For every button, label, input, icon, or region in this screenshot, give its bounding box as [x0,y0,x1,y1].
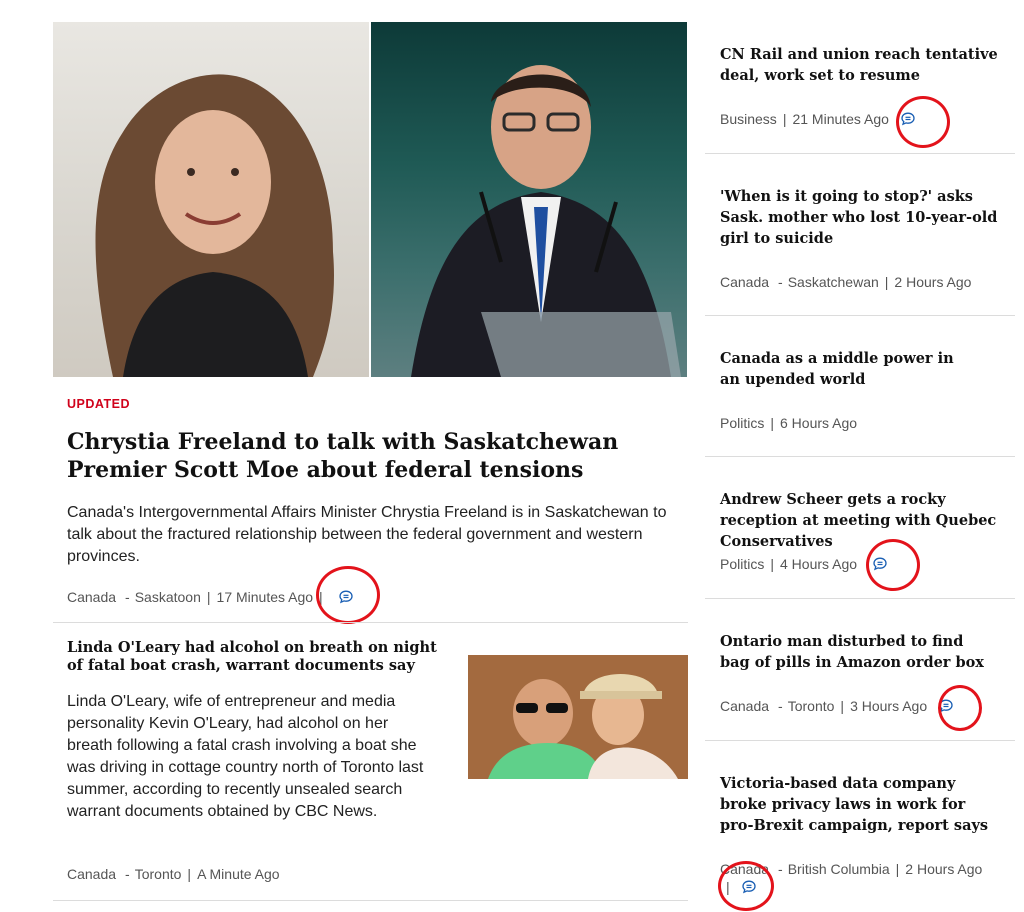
comment-icon[interactable] [933,693,959,719]
updated-badge: UPDATED [67,397,130,411]
comment-icon[interactable] [736,874,762,900]
meta-separator: | [884,274,889,290]
meta-separator: | [726,879,730,895]
story-category[interactable]: Canada [67,866,116,882]
meta-separator: | [895,861,900,877]
divider [705,153,1015,154]
meta-separator: | [206,589,211,605]
hero-time: 17 Minutes Ago [216,589,314,605]
story-summary: Linda O'Leary, wife of entrepreneur and … [67,693,424,820]
meta-separator: | [187,866,192,882]
divider [705,456,1015,457]
story-headline[interactable]: Linda O'Leary had alcohol on breath on n… [67,639,447,675]
sidebar-category[interactable]: Politics [720,415,764,431]
meta-separator: | [782,111,787,127]
sidebar-category[interactable]: Business [720,111,777,127]
sidebar-time: 2 Hours Ago [905,861,983,877]
sidebar-headline[interactable]: Victoria-based data company broke privac… [720,773,990,836]
sidebar-location[interactable]: British Columbia [788,861,890,877]
sidebar-meta: Canada - Toronto | 3 Hours Ago [720,693,959,719]
meta-separator: | [770,556,774,572]
hero-category[interactable]: Canada [67,589,116,605]
comment-icon[interactable] [895,106,921,132]
sidebar-headline[interactable]: 'When is it going to stop?' asks Sask. m… [720,186,1002,249]
comment-icon[interactable] [333,584,359,610]
divider [705,740,1015,741]
sidebar-meta: Politics | 4 Hours Ago [720,551,893,577]
divider [705,598,1015,599]
story-photo[interactable] [468,655,688,779]
story-meta: Canada - Toronto | A Minute Ago [67,861,280,887]
sidebar-meta-wrap: | [720,874,762,900]
meta-dash: - [778,861,783,877]
sidebar-location[interactable]: Toronto [788,698,835,714]
sidebar-time: 3 Hours Ago [850,698,928,714]
meta-separator: | [319,589,323,605]
sidebar-location[interactable]: Saskatchewan [788,274,879,290]
hero-location[interactable]: Saskatoon [135,589,201,605]
sidebar-time: 6 Hours Ago [780,415,858,431]
hero-photo-moe[interactable] [371,22,687,377]
hero-meta: Canada - Saskatoon | 17 Minutes Ago | [67,584,359,610]
sidebar-headline[interactable]: Canada as a middle power in an upended w… [720,348,960,390]
meta-separator: | [770,415,774,431]
hero-image-pair[interactable] [53,22,687,377]
hero-headline[interactable]: Chrystia Freeland to talk with Saskatche… [67,428,667,484]
sidebar-time: 4 Hours Ago [780,556,858,572]
sidebar-category[interactable]: Canada [720,698,769,714]
sidebar-headline[interactable]: Andrew Scheer gets a rocky reception at … [720,489,1010,552]
meta-dash: - [125,866,130,882]
meta-separator: | [840,698,845,714]
sidebar-meta: Politics | 6 Hours Ago [720,410,857,436]
sidebar-time: 2 Hours Ago [894,274,972,290]
hero-photo-freeland[interactable] [53,22,369,377]
divider [53,622,688,623]
sidebar-meta: Business | 21 Minutes Ago [720,106,921,132]
sidebar-category[interactable]: Canada [720,274,769,290]
divider [705,315,1015,316]
sidebar-category[interactable]: Politics [720,556,764,572]
meta-dash: - [778,698,783,714]
story-time: A Minute Ago [197,866,280,882]
comment-icon[interactable] [867,551,893,577]
sidebar-time: 21 Minutes Ago [792,111,889,127]
story-location[interactable]: Toronto [135,866,182,882]
sidebar-meta: Canada - Saskatchewan | 2 Hours Ago [720,269,971,295]
hero-summary: Canada's Intergovernmental Affairs Minis… [67,504,667,565]
sidebar-headline[interactable]: CN Rail and union reach tentative deal, … [720,44,1002,86]
meta-dash: - [125,589,130,605]
divider [53,900,688,901]
meta-dash: - [778,274,783,290]
sidebar-headline[interactable]: Ontario man disturbed to find bag of pil… [720,631,990,673]
